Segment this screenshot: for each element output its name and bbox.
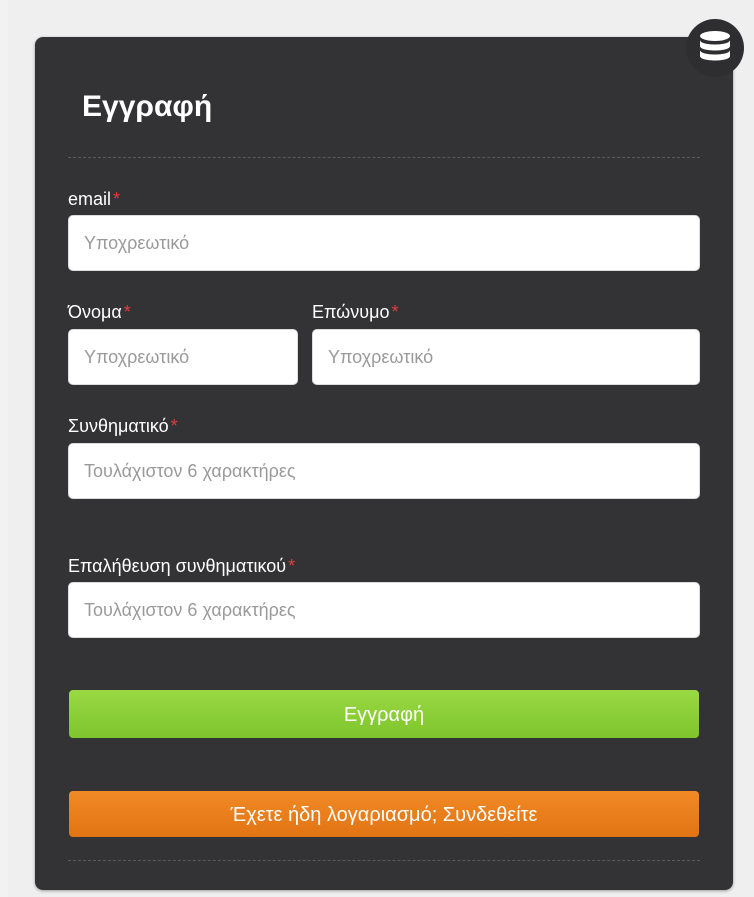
last-name-field[interactable] [312,329,700,385]
first-name-label: Όνομα * [68,302,131,323]
password-label-text: Συνθηματικό [68,416,169,436]
confirm-password-label-text: Επαλήθευση συνθηματικού [68,556,287,576]
required-marker: * [123,302,131,322]
email-field[interactable] [68,215,700,271]
confirm-password-field[interactable] [68,582,700,638]
confirm-password-label: Επαλήθευση συνθηματικού * [68,556,295,577]
last-name-label-text: Επώνυμο [312,302,390,322]
login-link-button[interactable]: Έχετε ήδη λογαριασμό; Συνδεθείτε [69,791,699,837]
password-field[interactable] [68,443,700,499]
first-name-field[interactable] [68,329,298,385]
first-name-label-text: Όνομα [68,302,122,322]
last-name-label: Επώνυμο * [312,302,398,323]
email-label-text: email [68,189,112,209]
database-icon [700,31,730,61]
required-marker: * [288,556,296,576]
bottom-divider [68,860,700,861]
required-marker: * [391,302,399,322]
required-marker: * [113,189,121,209]
form-title: Εγγραφή [82,90,213,123]
top-divider [68,157,700,158]
email-label: email * [68,189,120,210]
database-badge [686,19,744,77]
required-marker: * [170,416,178,436]
password-label: Συνθηματικό * [68,416,178,437]
register-button[interactable]: Εγγραφή [69,690,699,738]
